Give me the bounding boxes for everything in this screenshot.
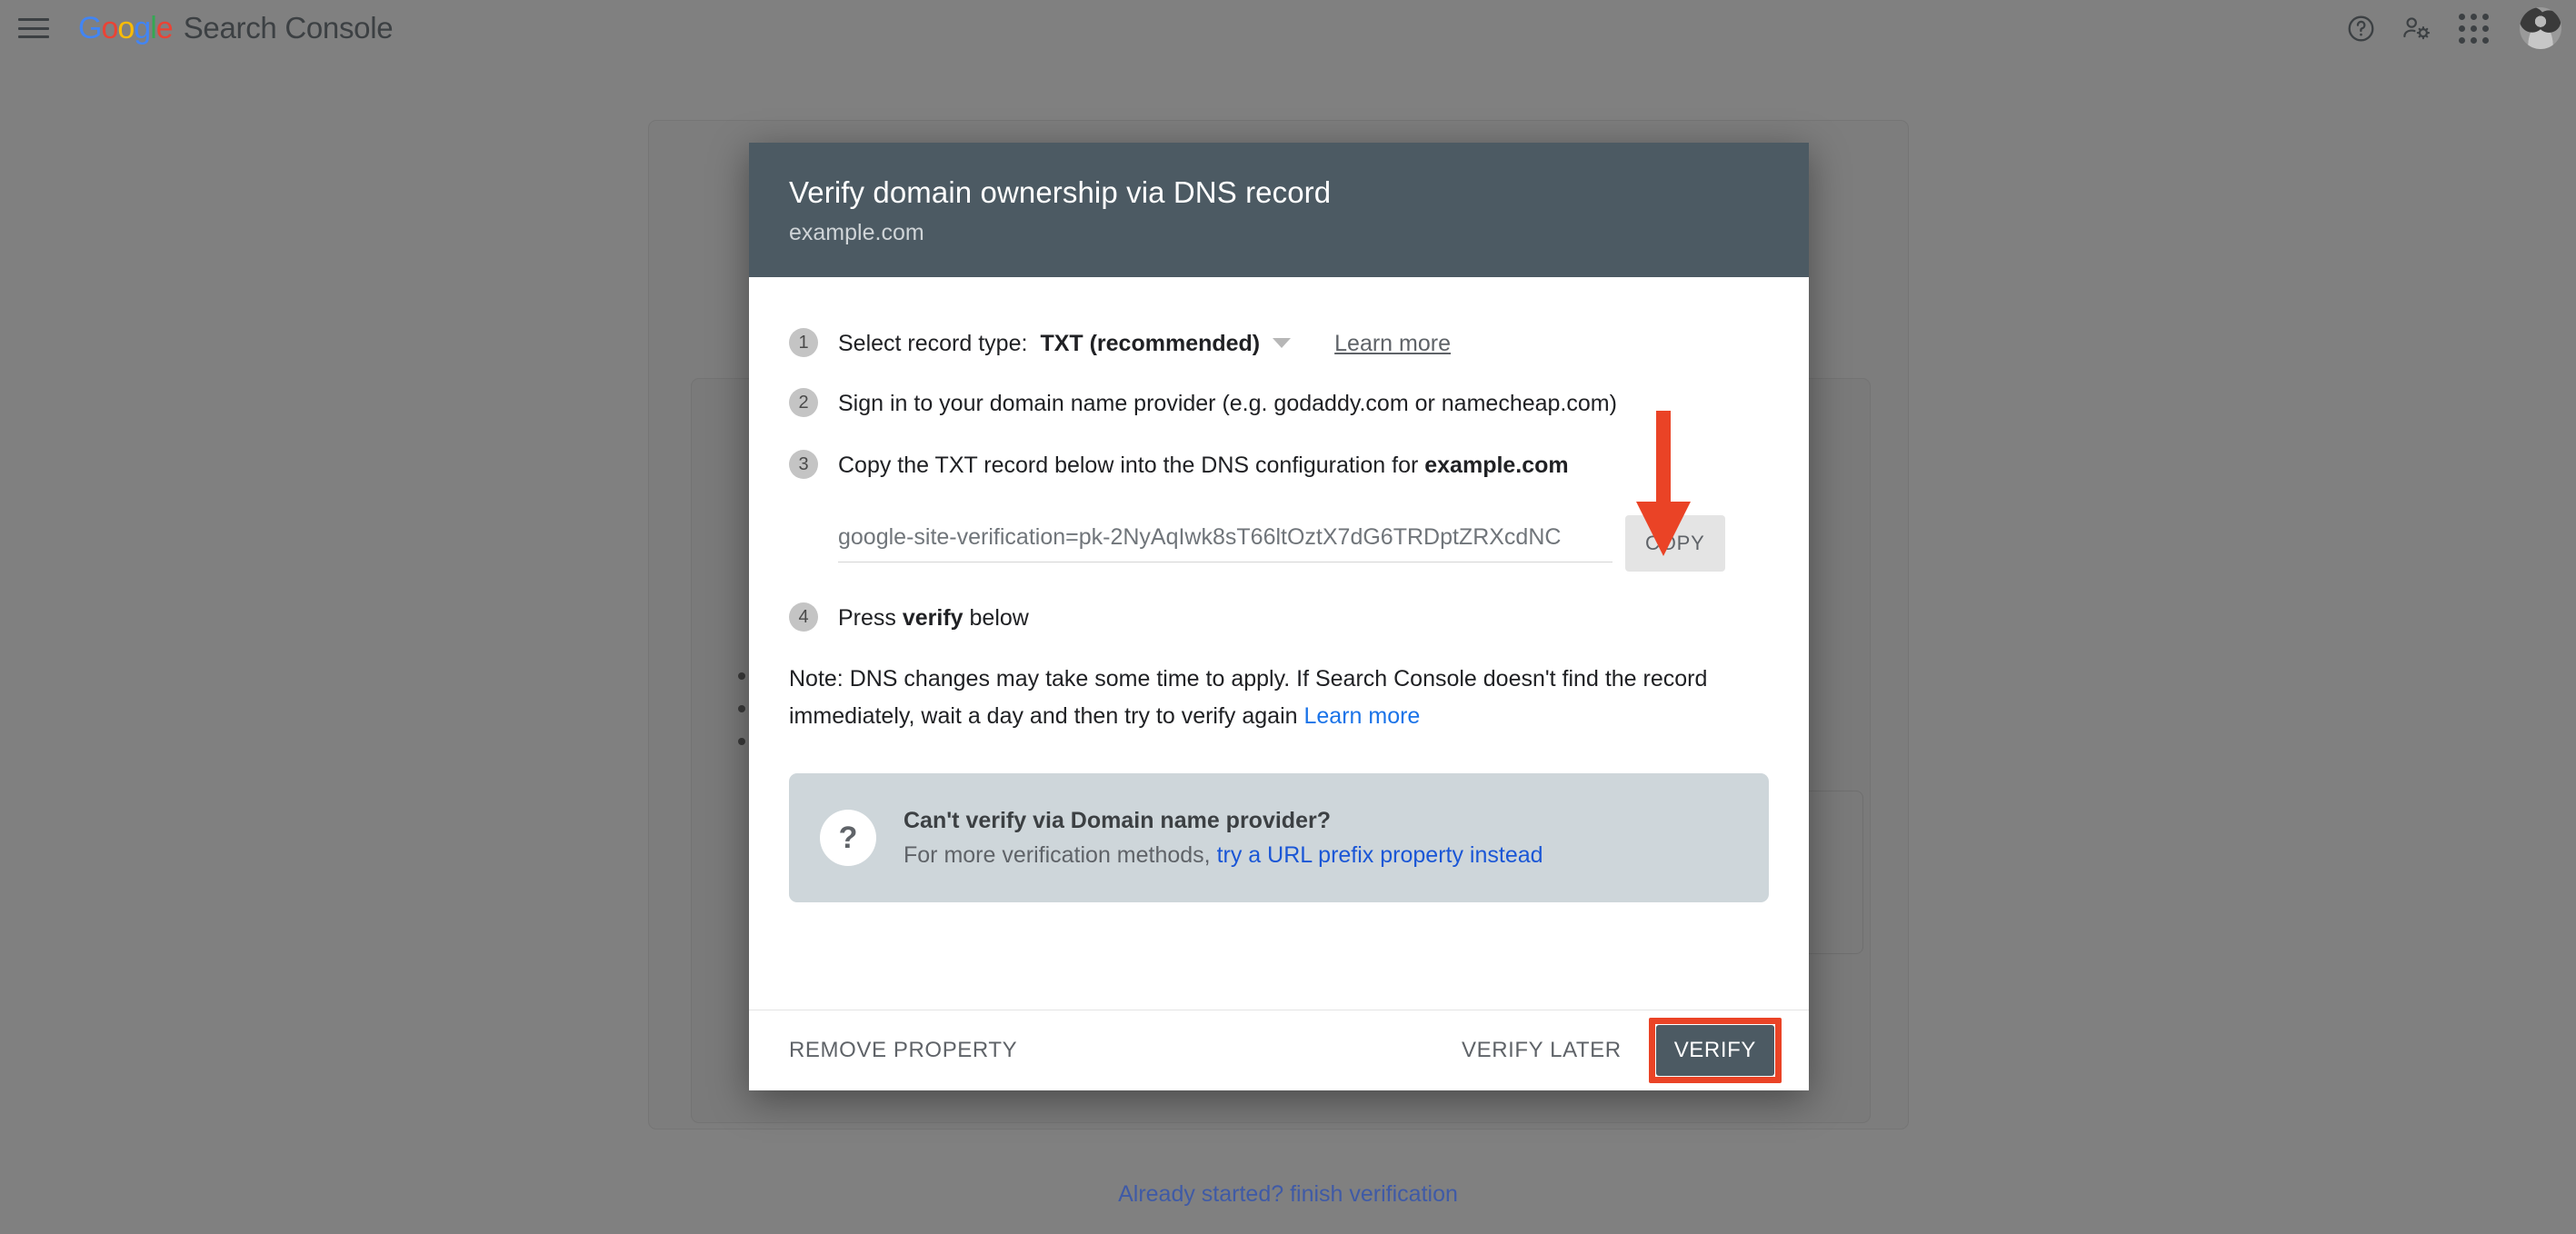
step-3: 3 Copy the TXT record below into the DNS… [789, 448, 1769, 481]
step-number-badge: 1 [789, 328, 818, 357]
footer-actions: VERIFY LATER VERIFY [1462, 1018, 1782, 1083]
step-4-content: Press verify below [838, 601, 1029, 633]
infobox-title: Can't verify via Domain name provider? [904, 807, 1331, 833]
app-header: Google Search Console [0, 0, 2576, 56]
dialog-header: Verify domain ownership via DNS record e… [749, 143, 1809, 277]
hamburger-line [18, 26, 49, 30]
finish-verification-link[interactable]: Already started? finish verification [0, 1181, 2576, 1208]
apps-grid-dots [2458, 13, 2489, 44]
product-name: Search Console [183, 10, 394, 45]
step-4-text-before: Press [838, 605, 903, 631]
step-4: 4 Press verify below [789, 601, 1769, 633]
step-2-text: Sign in to your domain name provider (e.… [838, 391, 1617, 416]
question-mark-icon: ? [820, 810, 876, 866]
step-3-text: Copy the TXT record below into the DNS c… [838, 453, 1425, 478]
avatar[interactable] [2520, 7, 2561, 49]
hamburger-line [18, 35, 49, 38]
step-2: 2 Sign in to your domain name provider (… [789, 386, 1769, 419]
verify-button[interactable]: VERIFY [1655, 1025, 1774, 1076]
hamburger-menu-icon[interactable] [16, 15, 51, 41]
step-4-bold: verify [902, 605, 964, 631]
apps-grid-icon[interactable] [2445, 0, 2501, 56]
verify-button-wrapper: VERIFY [1648, 1018, 1782, 1083]
step-3-content: Copy the TXT record below into the DNS c… [838, 448, 1569, 481]
arrow-shaft [1656, 411, 1671, 509]
hamburger-line [18, 18, 49, 21]
record-type-label: Select record type: [838, 331, 1028, 356]
url-prefix-property-link[interactable]: try a URL prefix property instead [1217, 842, 1543, 868]
learn-more-link-note[interactable]: Learn more [1303, 703, 1420, 729]
dialog-body: 1 Select record type: TXT (recommended) Le… [749, 277, 1809, 1010]
step-number-badge: 4 [789, 602, 818, 632]
step-number-badge: 2 [789, 388, 818, 417]
header-actions [2332, 0, 2576, 56]
dns-note-text: Note: DNS changes may take some time to … [789, 666, 1708, 729]
page-title: Verify domain ownership via DNS record [789, 175, 1332, 209]
step-number-badge: 3 [789, 450, 818, 479]
account-settings-icon[interactable] [2389, 0, 2445, 56]
learn-more-link-step1[interactable]: Learn more [1334, 331, 1451, 356]
step-1-content: Select record type: TXT (recommended) Lear… [838, 326, 1451, 359]
cant-verify-infobox: ? Can't verify via Domain name provider?… [789, 773, 1769, 902]
step-4-text-after: below [963, 605, 1029, 631]
dns-note: Note: DNS changes may take some time to … [789, 661, 1716, 735]
infobox-subtitle: For more verification methods, try a URL… [904, 842, 1543, 869]
help-circle-icon[interactable] [2332, 0, 2389, 56]
chevron-down-icon[interactable] [1273, 338, 1292, 348]
arrow-head [1636, 502, 1691, 556]
remove-property-button[interactable]: REMOVE PROPERTY [789, 1038, 1017, 1063]
brand-logo[interactable]: Google Search Console [78, 10, 394, 46]
record-type-select[interactable]: TXT (recommended) [1040, 331, 1260, 356]
txt-record-value[interactable]: google-site-verification=pk-2NyAqIwk8sT6… [838, 524, 1612, 562]
verify-later-button[interactable]: VERIFY LATER [1462, 1038, 1622, 1063]
dialog-subtitle: example.com [789, 220, 924, 245]
red-down-arrow-annotation [1636, 411, 1691, 556]
step-3-domain: example.com [1424, 453, 1569, 478]
infobox-text: For more verification methods, [904, 841, 1217, 868]
google-wordmark: Google [78, 10, 174, 45]
dialog-footer: REMOVE PROPERTY VERIFY LATER VERIFY [749, 1010, 1809, 1090]
verify-domain-dialog: Verify domain ownership via DNS record e… [749, 143, 1809, 1090]
txt-record-row: google-site-verification=pk-2NyAqIwk8sT6… [838, 515, 1769, 572]
infobox-text-wrap: Can't verify via Domain name provider? F… [904, 808, 1543, 869]
step-1: 1 Select record type: TXT (recommended) Le… [789, 326, 1769, 359]
